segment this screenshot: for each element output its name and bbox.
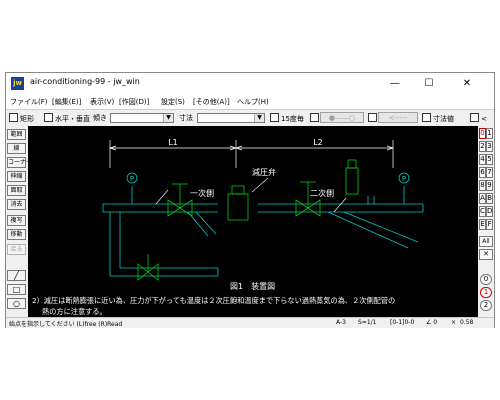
layer-button-1[interactable]: 1 bbox=[486, 128, 493, 139]
close-button[interactable]: ✕ bbox=[454, 75, 480, 93]
jw-win-window: jw air-conditioning-99 - jw_win — ☐ ✕ ファ… bbox=[5, 72, 495, 328]
layer-button-f[interactable]: F bbox=[486, 219, 493, 230]
status-prompt: 始点を指示してください (L)free (R)Read bbox=[9, 321, 123, 328]
status-layer[interactable]: [0-1]0-0 bbox=[390, 319, 414, 326]
tool-line[interactable]: 線 bbox=[7, 143, 26, 154]
dimension-combo[interactable]: ▼ bbox=[197, 113, 265, 123]
layer-button-6[interactable]: 6 bbox=[479, 167, 486, 178]
drawing-canvas[interactable]: L1 L2 P P 減圧弁 一次側 二次側 図1 装置図 2）減圧は断熱膨張に近… bbox=[28, 126, 478, 317]
layer-group-2[interactable]: 2 bbox=[480, 300, 492, 311]
menu-view[interactable]: 表示(V) bbox=[90, 97, 114, 107]
tool-erase[interactable]: 消去 bbox=[7, 199, 26, 210]
layer-button-5[interactable]: 5 bbox=[486, 154, 493, 165]
status-bar: 始点を指示してください (L)free (R)Read A-3 S=1/1 [0… bbox=[6, 317, 494, 328]
menu-settings[interactable]: 設定(S) bbox=[161, 97, 185, 107]
chevron-down-icon: ▼ bbox=[254, 114, 264, 122]
tool-stretch[interactable]: 伸縮 bbox=[7, 171, 26, 182]
layer-group-1[interactable]: 1 bbox=[480, 287, 492, 298]
grayed-button-2[interactable]: <----- bbox=[378, 112, 418, 123]
menu-file[interactable]: ファイル(F) bbox=[10, 97, 48, 107]
layer-group-0[interactable]: 0 bbox=[480, 274, 492, 285]
layer-panel: 0 1 2 3 4 5 6 7 8 9 A B C D E F All ✕ 0 … bbox=[478, 126, 494, 317]
dim-label-l2: L2 bbox=[313, 138, 323, 147]
app-icon: jw bbox=[11, 77, 24, 90]
label-primary-side: 一次側 bbox=[190, 188, 214, 198]
rectangle-tool-icon[interactable]: □ bbox=[7, 284, 26, 295]
layer-button-c[interactable]: C bbox=[479, 206, 486, 217]
tool-range[interactable]: 範囲 bbox=[7, 129, 26, 140]
dim-value-checkbox[interactable]: 寸法値 bbox=[422, 113, 454, 124]
horiz-vert-checkbox[interactable]: 水平・垂直 bbox=[44, 113, 90, 124]
gauge-label-1: P bbox=[130, 175, 134, 183]
zoom-icon: × bbox=[451, 319, 457, 326]
slope-label: 傾き bbox=[93, 114, 107, 122]
status-zoom[interactable]: 0.58 bbox=[460, 319, 473, 326]
lt-checkbox[interactable]: < bbox=[470, 113, 487, 123]
gauge-label-2: P bbox=[402, 175, 406, 183]
menu-bar: ファイル(F) [編集(E)] 表示(V) [作図(D)] 設定(S) [その他… bbox=[6, 95, 494, 109]
tool-corner[interactable]: コーナー bbox=[7, 157, 32, 168]
layer-button-2[interactable]: 2 bbox=[479, 141, 486, 152]
piping-drawing: L1 L2 P P 減圧弁 一次側 二次側 図1 装置図 2）減圧は断熱膨張に近… bbox=[32, 138, 424, 316]
layer-button-9[interactable]: 9 bbox=[486, 180, 493, 191]
label-secondary-side: 二次側 bbox=[310, 188, 334, 198]
deg15-checkbox[interactable]: 15度毎 bbox=[270, 113, 304, 124]
layer-button-7[interactable]: 7 bbox=[486, 167, 493, 178]
deg15-label: 15度毎 bbox=[281, 115, 304, 123]
menu-draw[interactable]: [作図(D)] bbox=[119, 97, 149, 107]
toolbar: 矩形 水平・垂直 傾き ▼ 寸法 ▼ 15度毎 ●——○ <----- 寸法値 … bbox=[6, 109, 494, 127]
dim-value-label: 寸法値 bbox=[433, 115, 454, 123]
figure-caption: 図1 装置図 bbox=[230, 281, 275, 291]
layer-button-d[interactable]: D bbox=[486, 206, 493, 217]
layer-button-8[interactable]: 8 bbox=[479, 180, 486, 191]
layer-button-a[interactable]: A bbox=[479, 193, 486, 204]
note-line-2: 熱の方に注意する。 bbox=[42, 307, 107, 316]
dimension-label: 寸法 bbox=[179, 114, 193, 122]
maximize-button[interactable]: ☐ bbox=[416, 75, 442, 93]
grayed-button-1[interactable]: ●——○ bbox=[320, 112, 364, 123]
line-tool-icon[interactable]: ╱ bbox=[7, 270, 26, 281]
layer-all-button[interactable]: All bbox=[479, 236, 493, 247]
status-paper[interactable]: A-3 bbox=[336, 319, 346, 326]
layer-button-e[interactable]: E bbox=[479, 219, 486, 230]
rect-checkbox[interactable]: 矩形 bbox=[9, 113, 34, 124]
window-title: air-conditioning-99 - jw_win bbox=[30, 77, 140, 86]
close-icon[interactable]: ✕ bbox=[479, 249, 493, 260]
slope-combo[interactable]: ▼ bbox=[110, 113, 174, 123]
lt-label: < bbox=[481, 115, 487, 123]
status-angle[interactable]: ∠ 0 bbox=[426, 319, 437, 326]
tool-chamfer[interactable]: 面取 bbox=[7, 185, 26, 196]
layer-button-4[interactable]: 4 bbox=[479, 154, 486, 165]
menu-edit[interactable]: [編集(E)] bbox=[52, 97, 81, 107]
layer-button-b[interactable]: B bbox=[486, 193, 493, 204]
layer-button-3[interactable]: 3 bbox=[486, 141, 493, 152]
chevron-down-icon: ▼ bbox=[163, 114, 173, 122]
label-reducing-valve: 減圧弁 bbox=[252, 167, 276, 177]
circle-tool-icon[interactable]: ○ bbox=[7, 298, 26, 309]
menu-help[interactable]: ヘルプ(H) bbox=[237, 97, 269, 107]
minimize-button[interactable]: — bbox=[382, 75, 408, 93]
title-bar[interactable]: jw air-conditioning-99 - jw_win — ☐ ✕ bbox=[6, 73, 494, 95]
tool-copy[interactable]: 複写 bbox=[7, 215, 26, 226]
layer-button-0[interactable]: 0 bbox=[479, 128, 486, 139]
tool-move[interactable]: 移動 bbox=[7, 229, 26, 240]
horiz-vert-label: 水平・垂直 bbox=[55, 115, 90, 123]
tool-undo[interactable]: 戻る bbox=[7, 244, 26, 255]
dim-label-l1: L1 bbox=[168, 138, 178, 147]
menu-other[interactable]: [その他(A)] bbox=[193, 97, 230, 107]
rect-label: 矩形 bbox=[20, 115, 34, 123]
status-scale[interactable]: S=1/1 bbox=[358, 319, 377, 326]
left-tool-panel: 範囲 線 コーナー 伸縮 面取 消去 複写 移動 戻る ╱ □ ○ bbox=[6, 126, 32, 317]
note-line-1: 2）減圧は断熱膨張に近い為、圧力が下がっても温度は２次圧飽和温度まで下らない過熱… bbox=[32, 296, 395, 305]
